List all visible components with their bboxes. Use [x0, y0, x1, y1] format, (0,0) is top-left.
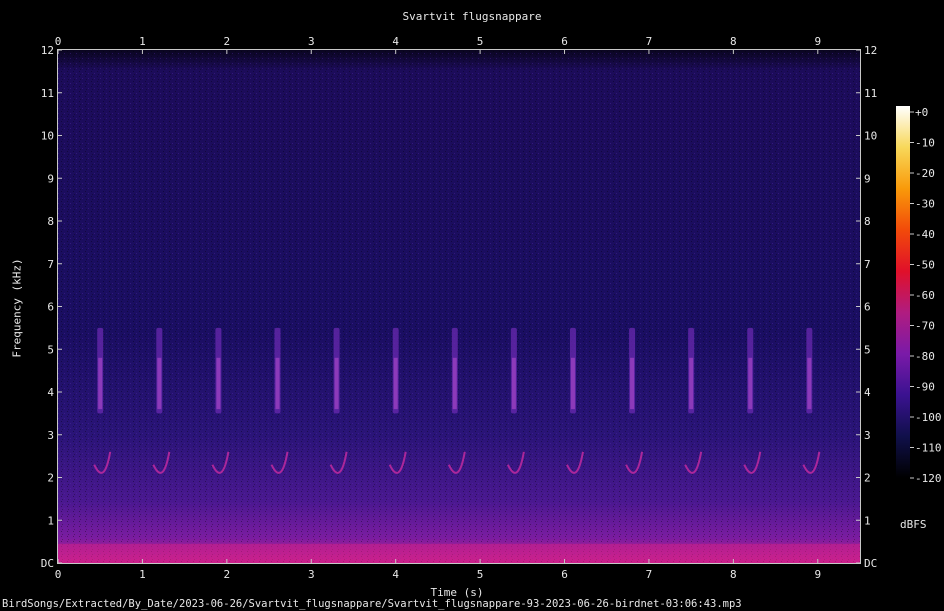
- low-frequency-band: [58, 543, 860, 563]
- x-tick-label-top: 6: [561, 35, 568, 48]
- x-tick-label-top: 0: [55, 35, 62, 48]
- colorbar-tick-label: -120: [915, 472, 942, 485]
- y-tick-label-right: 7: [864, 258, 871, 271]
- y-tick-label-right: 9: [864, 172, 871, 185]
- y-tick-label-left: DC: [41, 557, 54, 570]
- y-tick-label-right: 6: [864, 301, 871, 314]
- y-tick-label-right: 11: [864, 87, 877, 100]
- song-phrase-core: [452, 357, 457, 410]
- y-tick-label-left: 6: [47, 301, 54, 314]
- x-tick-label-top: 5: [477, 35, 484, 48]
- colorbar-tick-label: +0: [915, 106, 928, 119]
- x-tick-label-bottom: 3: [308, 568, 315, 581]
- x-tick-label-bottom: 6: [561, 568, 568, 581]
- x-tick-label-top: 8: [730, 35, 737, 48]
- song-phrase-core: [689, 357, 694, 410]
- song-phrase-core: [393, 357, 398, 410]
- x-tick-label-bottom: 2: [224, 568, 231, 581]
- song-phrase-core: [275, 357, 280, 410]
- x-tick-label-top: 7: [646, 35, 653, 48]
- song-phrase-core: [748, 357, 753, 410]
- y-tick-label-right: 10: [864, 130, 877, 143]
- colorbar: [896, 106, 910, 478]
- x-tick-label-top: 2: [224, 35, 231, 48]
- colorbar-tick-label: -110: [915, 442, 942, 455]
- y-tick-label-left: 11: [41, 87, 54, 100]
- colorbar-tick-label: -100: [915, 411, 942, 424]
- y-tick-label-left: 8: [47, 215, 54, 228]
- spectrogram-chart: 00112233445566778899DC DC1 12 23 34 45 56 67 78 8…: [41, 35, 942, 581]
- song-phrase-core: [157, 357, 162, 410]
- x-tick-label-bottom: 9: [814, 568, 821, 581]
- song-phrase-core: [334, 357, 339, 410]
- colorbar-tick-label: -60: [915, 289, 935, 302]
- y-tick-label-right: 5: [864, 343, 871, 356]
- x-tick-label-bottom: 5: [477, 568, 484, 581]
- song-phrase-core: [511, 357, 516, 410]
- y-tick-label-right: 3: [864, 429, 871, 442]
- colorbar-tick-label: -20: [915, 167, 935, 180]
- colorbar-tick-label: -80: [915, 350, 935, 363]
- song-phrase-core: [630, 357, 635, 410]
- colorbar-tick-label: -10: [915, 137, 935, 150]
- x-tick-label-bottom: 1: [139, 568, 146, 581]
- y-tick-label-left: 10: [41, 130, 54, 143]
- colorbar-tick-label: -90: [915, 381, 935, 394]
- x-tick-label-bottom: 0: [55, 568, 62, 581]
- y-tick-label-right: 12: [864, 44, 877, 57]
- y-tick-label-left: 12: [41, 44, 54, 57]
- y-tick-label-left: 2: [47, 472, 54, 485]
- y-tick-label-left: 3: [47, 429, 54, 442]
- song-phrase-core: [570, 357, 575, 410]
- colorbar-tick-label: -50: [915, 259, 935, 272]
- colorbar-tick-label: -40: [915, 228, 935, 241]
- colorbar-tick-label: -70: [915, 320, 935, 333]
- y-tick-label-right: DC: [864, 557, 877, 570]
- song-phrase-core: [216, 357, 221, 410]
- x-tick-label-top: 1: [139, 35, 146, 48]
- y-tick-label-right: 2: [864, 472, 871, 485]
- y-tick-label-right: 8: [864, 215, 871, 228]
- colorbar-tick-label: -30: [915, 198, 935, 211]
- song-phrase-core: [98, 357, 103, 410]
- y-tick-label-left: 9: [47, 172, 54, 185]
- x-tick-label-top: 9: [814, 35, 821, 48]
- y-tick-label-right: 1: [864, 514, 871, 527]
- plot-noise-texture: [58, 50, 860, 563]
- y-tick-label-left: 7: [47, 258, 54, 271]
- x-tick-label-bottom: 4: [392, 568, 399, 581]
- y-tick-label-right: 4: [864, 386, 871, 399]
- x-tick-label-top: 3: [308, 35, 315, 48]
- y-tick-label-left: 1: [47, 514, 54, 527]
- x-tick-label-bottom: 7: [646, 568, 653, 581]
- x-tick-label-bottom: 8: [730, 568, 737, 581]
- y-tick-label-left: 5: [47, 343, 54, 356]
- song-phrase-core: [807, 357, 812, 410]
- y-tick-label-left: 4: [47, 386, 54, 399]
- x-tick-label-top: 4: [392, 35, 399, 48]
